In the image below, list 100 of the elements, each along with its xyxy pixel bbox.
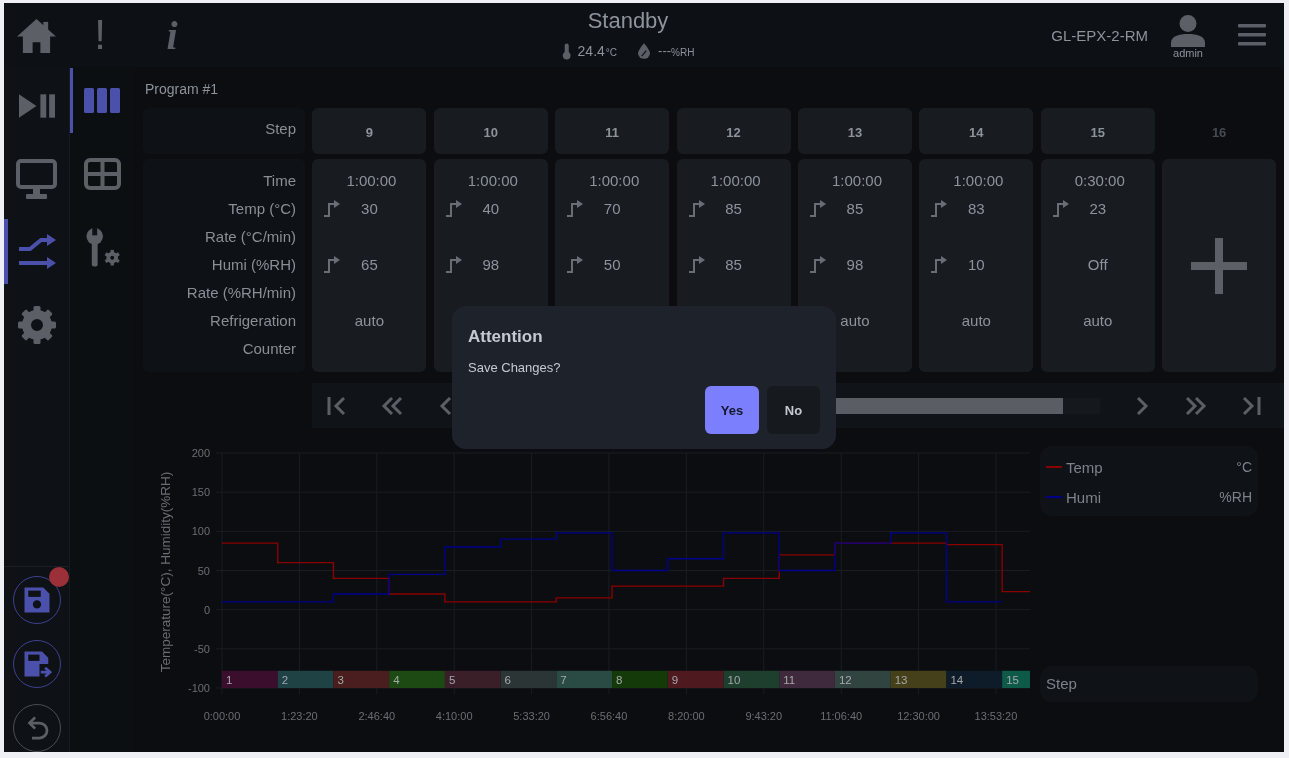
row-label: Rate (%RH/min) [186,283,296,301]
step-header[interactable]: 15 [1040,108,1155,154]
temperature-reading: 24.4 [577,43,605,59]
axis-tick-label: 8:20:00 [668,710,705,722]
menu-icon[interactable] [1238,24,1266,46]
axis-title: Temperature(°C), Humidity(%RH) [158,471,173,673]
temperature-value[interactable]: 83 [968,199,985,217]
step-segment: 6 [500,670,557,688]
humidity-value[interactable]: 98 [482,255,500,273]
refrigeration-value[interactable]: auto [961,311,991,329]
step-header[interactable]: 9 [312,108,427,154]
refrigeration-value[interactable]: auto [354,311,384,329]
time-value[interactable]: 1:00:00 [346,171,397,189]
temperature-unit: °C [605,46,618,59]
step-segment: 13 [890,670,947,688]
time-value[interactable]: 1:00:00 [467,171,518,189]
alerts-button[interactable]: ! [94,11,106,59]
time-value[interactable]: 1:00:00 [831,171,882,189]
columns-icon [84,88,120,113]
undo-button[interactable] [12,704,61,752]
device-name: GL-EPX-2-RM [1051,26,1148,44]
save-as-button[interactable] [12,640,61,688]
step-header[interactable]: 13 [797,108,912,154]
step-header[interactable]: 12 [676,108,791,154]
status-title: Standby [587,8,669,34]
refrigeration-value[interactable]: auto [840,311,870,329]
humidity-value[interactable]: 10 [968,255,985,273]
cancel-button[interactable]: No [767,386,820,434]
humidity-unit: %RH [671,46,695,59]
temperature-value[interactable]: 70 [603,199,621,217]
step-segment: 7 [556,670,613,688]
humidity-value[interactable]: 50 [603,255,621,273]
home-icon[interactable] [16,17,56,53]
step-header[interactable]: 10 [433,108,548,154]
temperature-value[interactable]: 40 [482,199,500,217]
axis-tick-label: 0:00:00 [203,710,241,722]
plus-icon [1191,237,1248,294]
step-header[interactable]: 14 [919,108,1034,154]
step-segment: 11 [779,670,835,688]
program-title: Program #1 [145,81,219,97]
time-value[interactable]: 1:00:00 [953,171,1004,189]
axis-tick-label: 9:43:20 [745,710,783,722]
confirm-button[interactable]: Yes [705,386,759,434]
time-value[interactable]: 0:30:00 [1074,171,1125,189]
user-icon[interactable] [1171,14,1205,47]
thermometer-icon [561,42,571,60]
step-segment: 5 [444,670,501,688]
add-step-button[interactable] [1162,159,1277,372]
axis-tick-label: 0 [203,603,210,616]
humidity-value[interactable]: 85 [725,255,742,273]
temperature-value[interactable]: 23 [1089,199,1107,217]
temperature-value[interactable]: 85 [725,199,742,217]
monitor-icon [16,158,57,199]
axis-tick-label: 2:46:40 [358,710,396,722]
temperature-value[interactable]: 85 [846,199,864,217]
axis-tick-label: 1:23:20 [281,710,318,722]
drop-icon [638,43,651,59]
axis-tick-label: 200 [191,447,210,459]
humidity-reading: --- [658,43,672,59]
user-name: admin [1173,46,1203,60]
axis-tick-label: -100 [187,682,210,694]
step-legend: Step [1040,666,1258,702]
humidity-value[interactable]: 98 [846,255,864,273]
step-segment: 3 [333,670,390,688]
axis-tick-label: 100 [191,525,210,538]
time-value[interactable]: 1:00:00 [589,171,640,189]
axis-tick-label: 4:10:00 [435,710,473,722]
row-label: Refrigeration [210,311,296,329]
row-label: Counter [242,339,296,357]
save-button[interactable] [12,576,61,624]
row-label: Time [263,171,296,189]
dialog-title: Attention [468,326,543,348]
axis-tick-label: 6:56:40 [590,710,628,722]
legend-unit: %RH [1219,489,1252,505]
step-segment: 2 [277,670,334,688]
step-segment: 12 [834,670,891,688]
settings-icon [16,304,57,345]
step-segment: 15 [1002,670,1030,688]
step-header[interactable]: 11 [555,108,670,154]
humidity-value[interactable]: Off [1087,255,1108,273]
time-value[interactable]: 1:00:00 [710,171,761,189]
row-label: Humi (%RH) [211,255,296,273]
step-segment: 10 [723,670,780,688]
info-button[interactable]: i [166,11,178,59]
axis-tick-label: 13:53:20 [974,710,1018,722]
legend-label: Temp [1066,458,1103,476]
humidity-value[interactable]: 65 [361,255,378,273]
step-segment: 8 [612,670,668,688]
row-label: Rate (°C/min) [205,227,296,245]
row-label: Temp (°C) [228,199,296,217]
refrigeration-value[interactable]: auto [1083,311,1113,329]
play-pause-icon [18,92,55,119]
legend-label: Humi [1066,488,1101,506]
step-number: 16 [1210,123,1228,142]
step-segment: 4 [389,670,445,688]
wrench-gear-icon [84,226,120,267]
axis-tick-label: 11:06:40 [820,710,863,722]
temperature-value[interactable]: 30 [361,199,378,217]
step-segment: 9 [667,670,724,688]
dialog-message: Save Changes? [468,360,561,376]
